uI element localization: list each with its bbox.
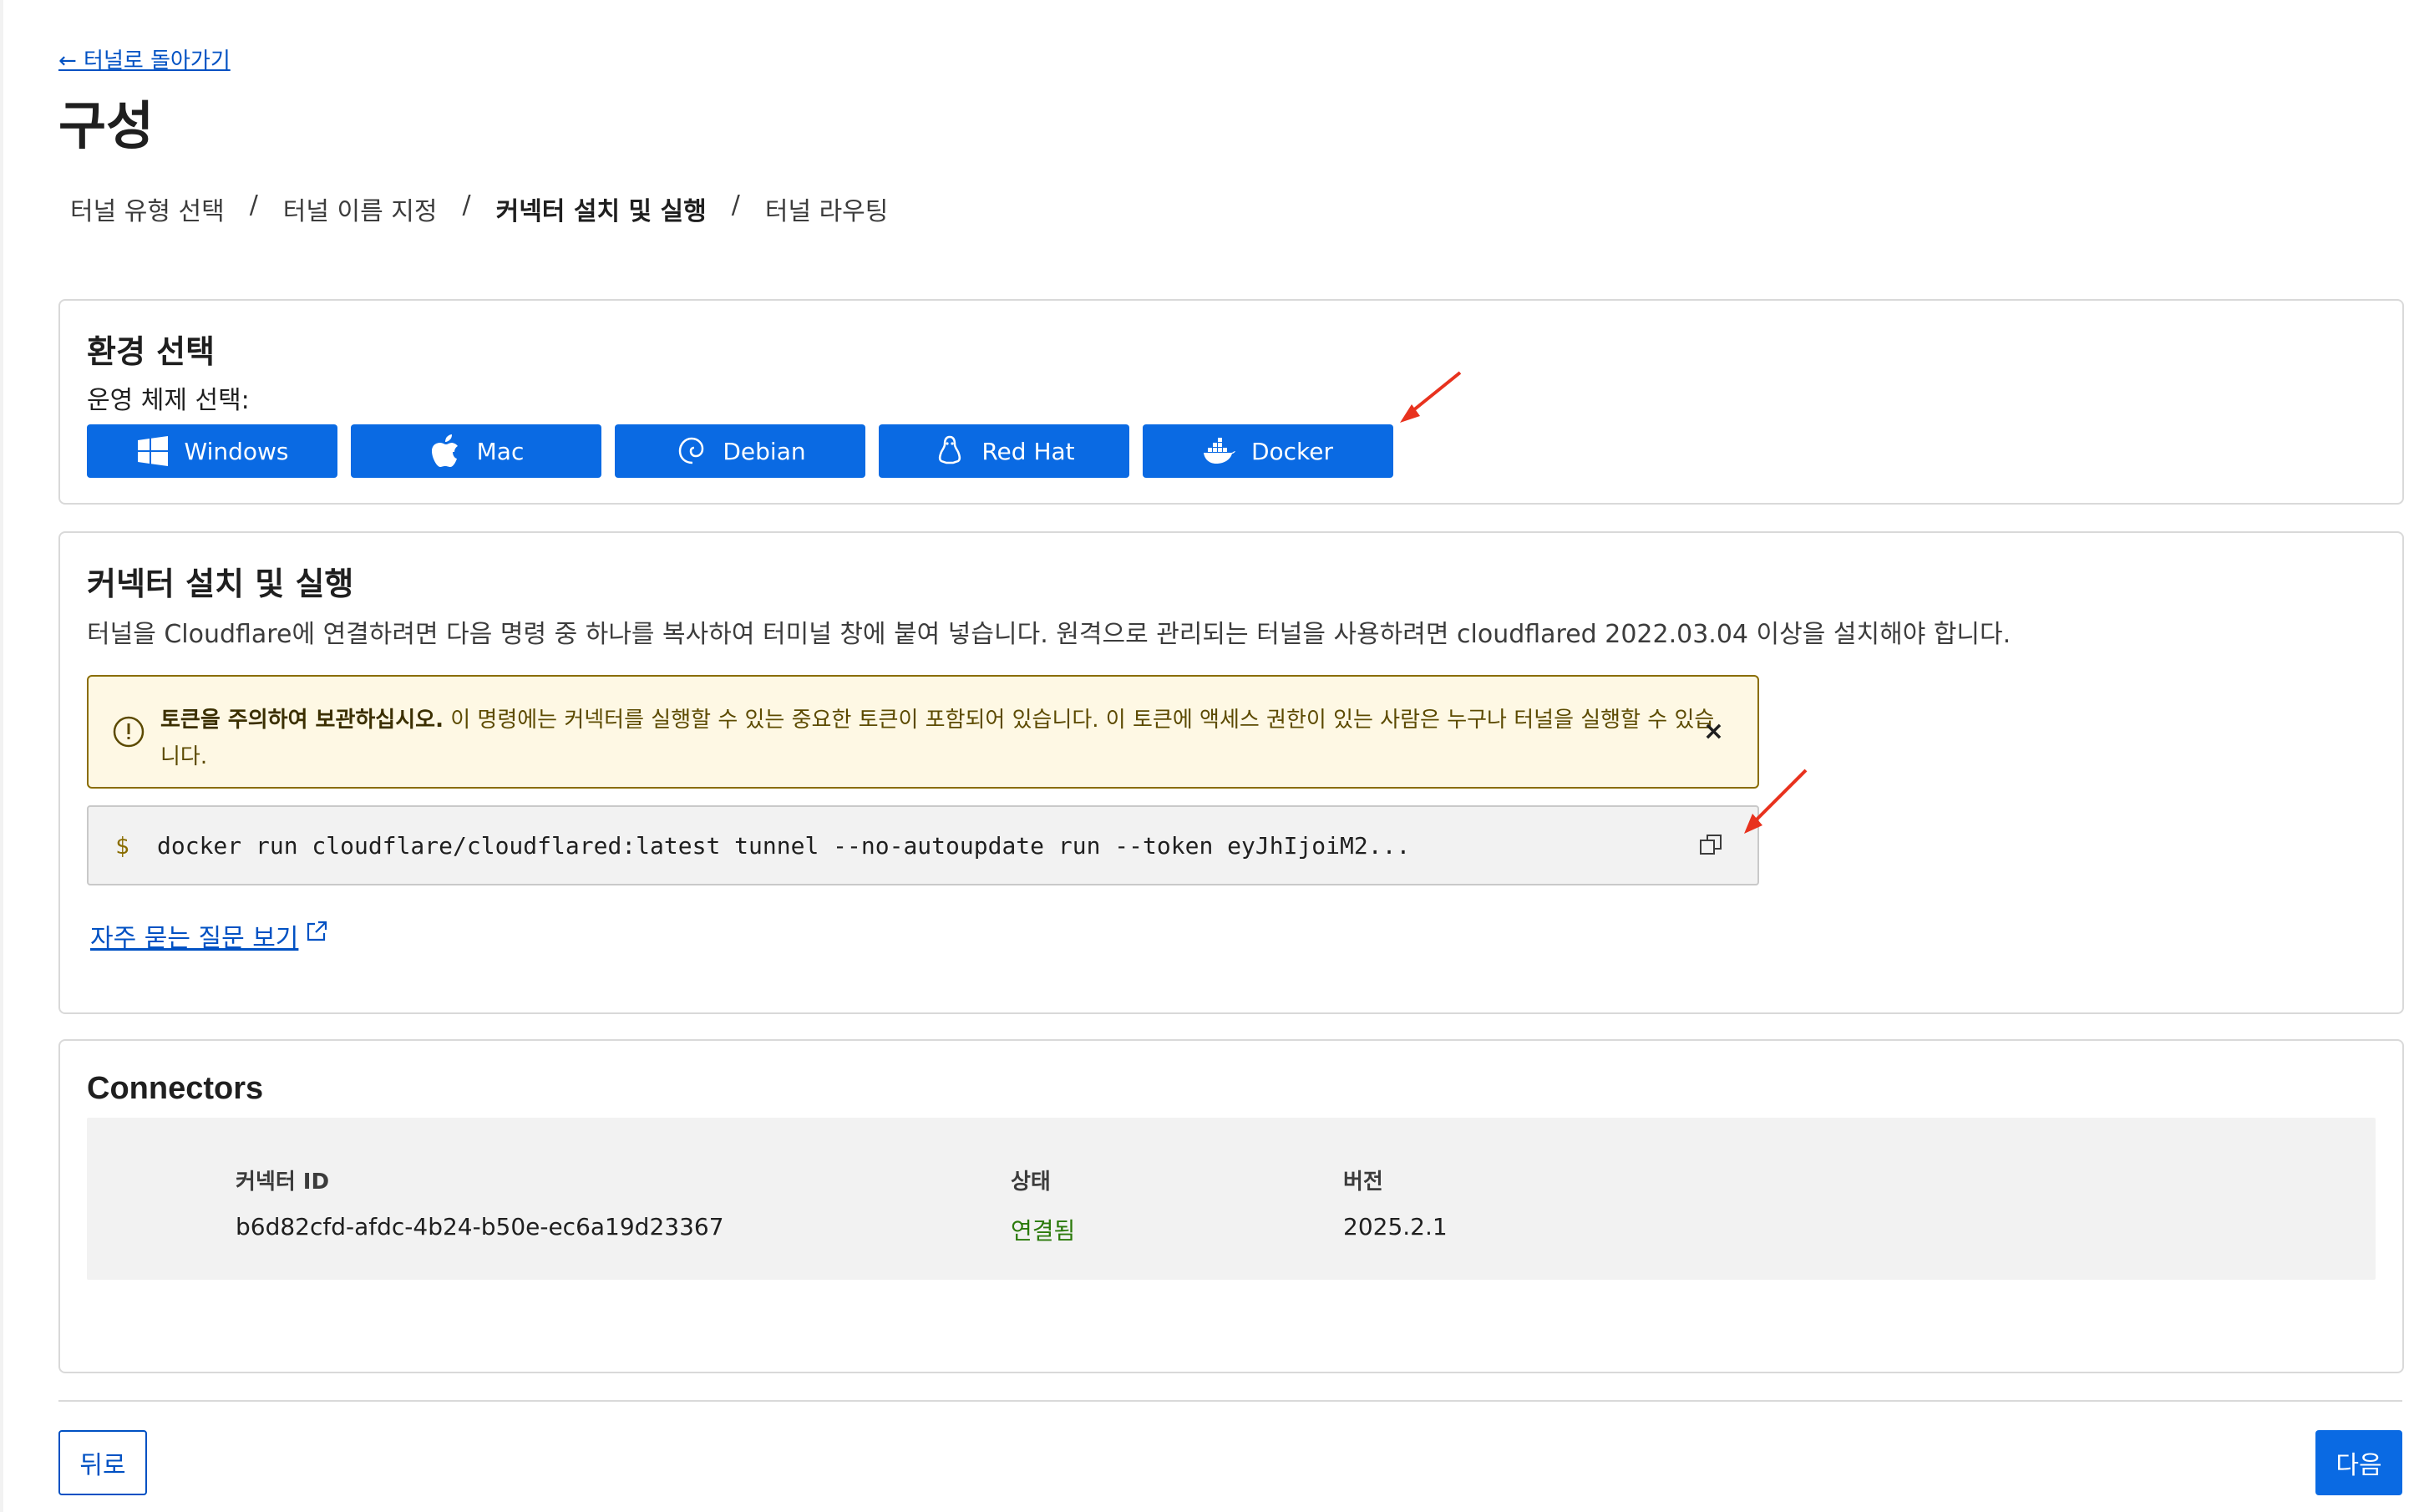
shell-prompt: $ — [115, 832, 129, 860]
back-to-tunnels-link[interactable]: ← 터널로 돌아가기 — [58, 43, 231, 74]
linux-tux-icon — [933, 434, 966, 468]
connector-version-cell: 2025.2.1 — [1343, 1213, 1448, 1241]
os-button-docker[interactable]: Docker — [1143, 424, 1393, 478]
step-tunnel-type: 터널 유형 선택 — [70, 197, 225, 226]
step-route-tunnel: 터널 라우팅 — [764, 197, 889, 226]
next-button[interactable]: 다음 — [2315, 1430, 2402, 1495]
connectors-card: Connectors 커넥터 ID 상태 버전 b6d82cfd-afdc-4b… — [58, 1039, 2404, 1373]
os-select-label: 운영 체제 선택: — [87, 386, 250, 415]
breadcrumb-separator: / — [731, 190, 740, 220]
footer-divider — [58, 1400, 2402, 1402]
left-edge — [0, 0, 3, 1512]
column-header-version: 버전 — [1343, 1170, 1383, 1195]
connectors-table: 커넥터 ID 상태 버전 b6d82cfd-afdc-4b24-b50e-ec6… — [87, 1118, 2376, 1280]
faq-link[interactable]: 자주 묻는 질문 보기 — [90, 917, 298, 954]
back-button[interactable]: 뒤로 — [58, 1430, 147, 1495]
warning-text: 토큰을 주의하여 보관하십시오. 이 명령에는 커넥터를 실행할 수 있는 중요… — [160, 702, 1731, 775]
os-button-label: Windows — [184, 437, 289, 465]
token-warning-banner: 토큰을 주의하여 보관하십시오. 이 명령에는 커넥터를 실행할 수 있는 중요… — [87, 675, 1759, 789]
os-button-label: Docker — [1250, 437, 1334, 465]
breadcrumb-separator: / — [462, 190, 471, 220]
column-header-id: 커넥터 ID — [236, 1170, 330, 1195]
os-button-mac[interactable]: Mac — [351, 424, 601, 478]
os-button-debian[interactable]: Debian — [615, 424, 865, 478]
connector-status-cell: 연결됨 — [1011, 1217, 1076, 1245]
step-tunnel-name: 터널 이름 지정 — [282, 197, 438, 226]
page-title: 구성 — [58, 95, 155, 156]
environment-title: 환경 선택 — [87, 333, 216, 370]
apple-icon — [429, 434, 462, 468]
warning-bold-text: 토큰을 주의하여 보관하십시오. — [160, 708, 444, 733]
debian-icon — [674, 434, 707, 468]
install-description: 터널을 Cloudflare에 연결하려면 다음 명령 중 하나를 복사하여 터… — [87, 620, 2011, 649]
copy-icon[interactable] — [1699, 832, 1729, 862]
external-link-icon — [306, 921, 329, 944]
column-header-status: 상태 — [1011, 1170, 1051, 1195]
breadcrumb: 터널 유형 선택 / 터널 이름 지정 / 커넥터 설치 및 실행 / 터널 라… — [70, 190, 888, 227]
warning-circle-icon — [112, 715, 145, 748]
docker-command[interactable]: docker run cloudflare/cloudflared:latest… — [157, 832, 1410, 860]
os-button-label: Mac — [476, 437, 525, 465]
os-button-redhat[interactable]: Red Hat — [879, 424, 1129, 478]
windows-icon — [136, 434, 170, 468]
step-install-connector: 커넥터 설치 및 실행 — [495, 197, 707, 226]
install-title: 커넥터 설치 및 실행 — [87, 566, 354, 602]
close-icon[interactable]: × — [1703, 717, 1724, 746]
os-button-label: Debian — [723, 437, 806, 465]
environment-card: 환경 선택 운영 체제 선택: Windows Mac Debian Red H… — [58, 299, 2404, 505]
connector-id-cell: b6d82cfd-afdc-4b24-b50e-ec6a19d23367 — [236, 1213, 724, 1241]
command-block[interactable]: $ docker run cloudflare/cloudflared:late… — [87, 805, 1759, 885]
os-button-windows[interactable]: Windows — [87, 424, 337, 478]
breadcrumb-separator: / — [249, 190, 258, 220]
install-connector-card: 커넥터 설치 및 실행 터널을 Cloudflare에 연결하려면 다음 명령 … — [58, 531, 2404, 1014]
docker-icon — [1203, 434, 1236, 468]
os-button-label: Red Hat — [981, 437, 1075, 465]
connectors-title: Connectors — [87, 1071, 264, 1106]
